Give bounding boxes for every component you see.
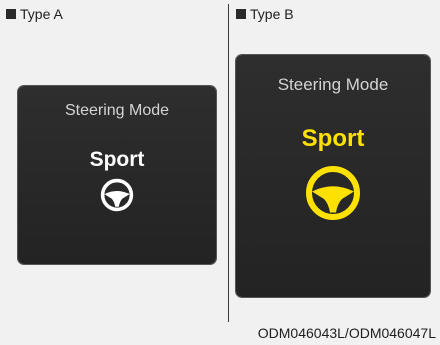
steering-mode-value: Sport xyxy=(89,148,145,171)
square-bullet-icon xyxy=(236,9,246,19)
steering-wheel-icon xyxy=(303,163,363,223)
divider xyxy=(228,4,229,322)
steering-mode-title: Steering Mode xyxy=(64,102,170,119)
type-b-label-text: Type B xyxy=(250,6,294,22)
steering-mode-value: Sport xyxy=(301,125,365,152)
type-a-label-text: Type A xyxy=(20,6,63,22)
type-b-label: Type B xyxy=(236,6,294,22)
type-a-label: Type A xyxy=(6,6,63,22)
type-a-display-panel: Steering Mode Sport xyxy=(18,86,216,264)
steering-wheel-icon xyxy=(99,177,135,213)
type-b-display-panel: Steering Mode Sport xyxy=(236,55,430,297)
figure-caption: ODM046043L/ODM046047L xyxy=(257,325,436,341)
square-bullet-icon xyxy=(6,9,16,19)
steering-mode-title: Steering Mode xyxy=(277,75,389,94)
